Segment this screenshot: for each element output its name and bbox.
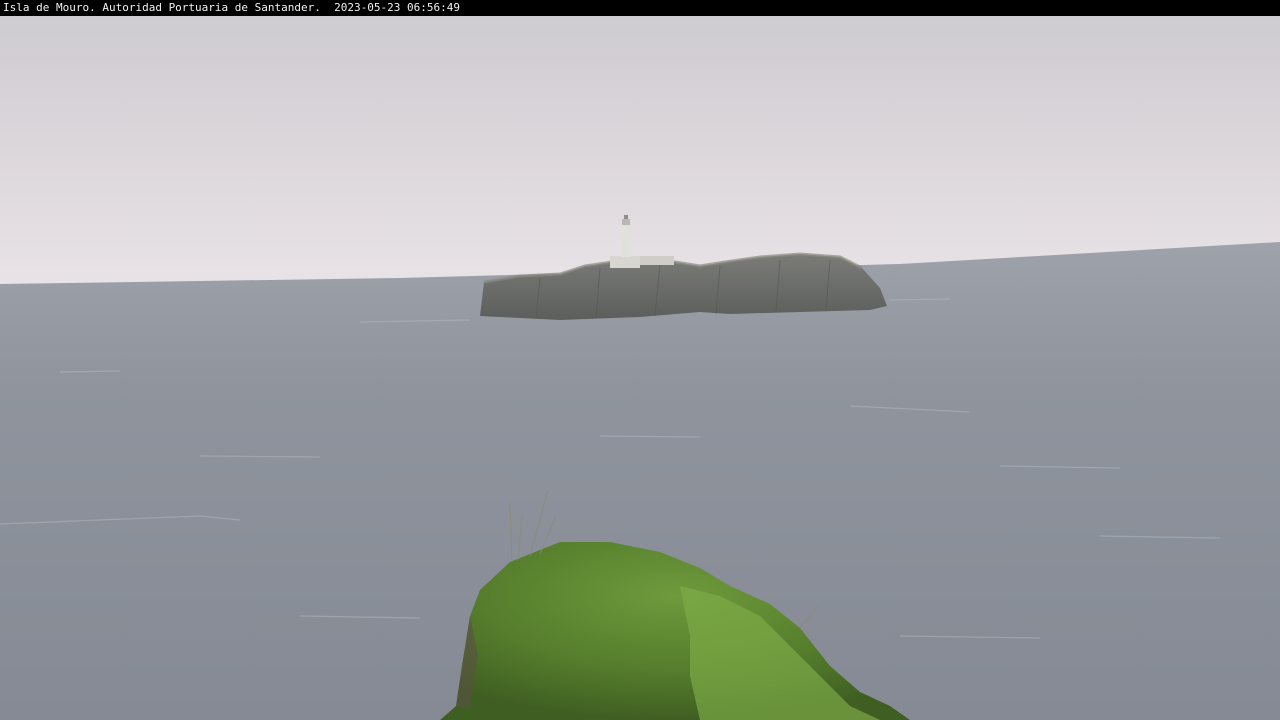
sky bbox=[0, 16, 1280, 286]
caption-bar: Isla de Mouro. Autoridad Portuaria de Sa… bbox=[0, 0, 1280, 16]
webcam-frame: Isla de Mouro. Autoridad Portuaria de Sa… bbox=[0, 0, 1280, 720]
camera-timestamp: 2023-05-23 06:56:49 bbox=[334, 1, 460, 14]
webcam-image bbox=[0, 16, 1280, 720]
camera-caption: Isla de Mouro. Autoridad Portuaria de Sa… bbox=[3, 1, 321, 14]
